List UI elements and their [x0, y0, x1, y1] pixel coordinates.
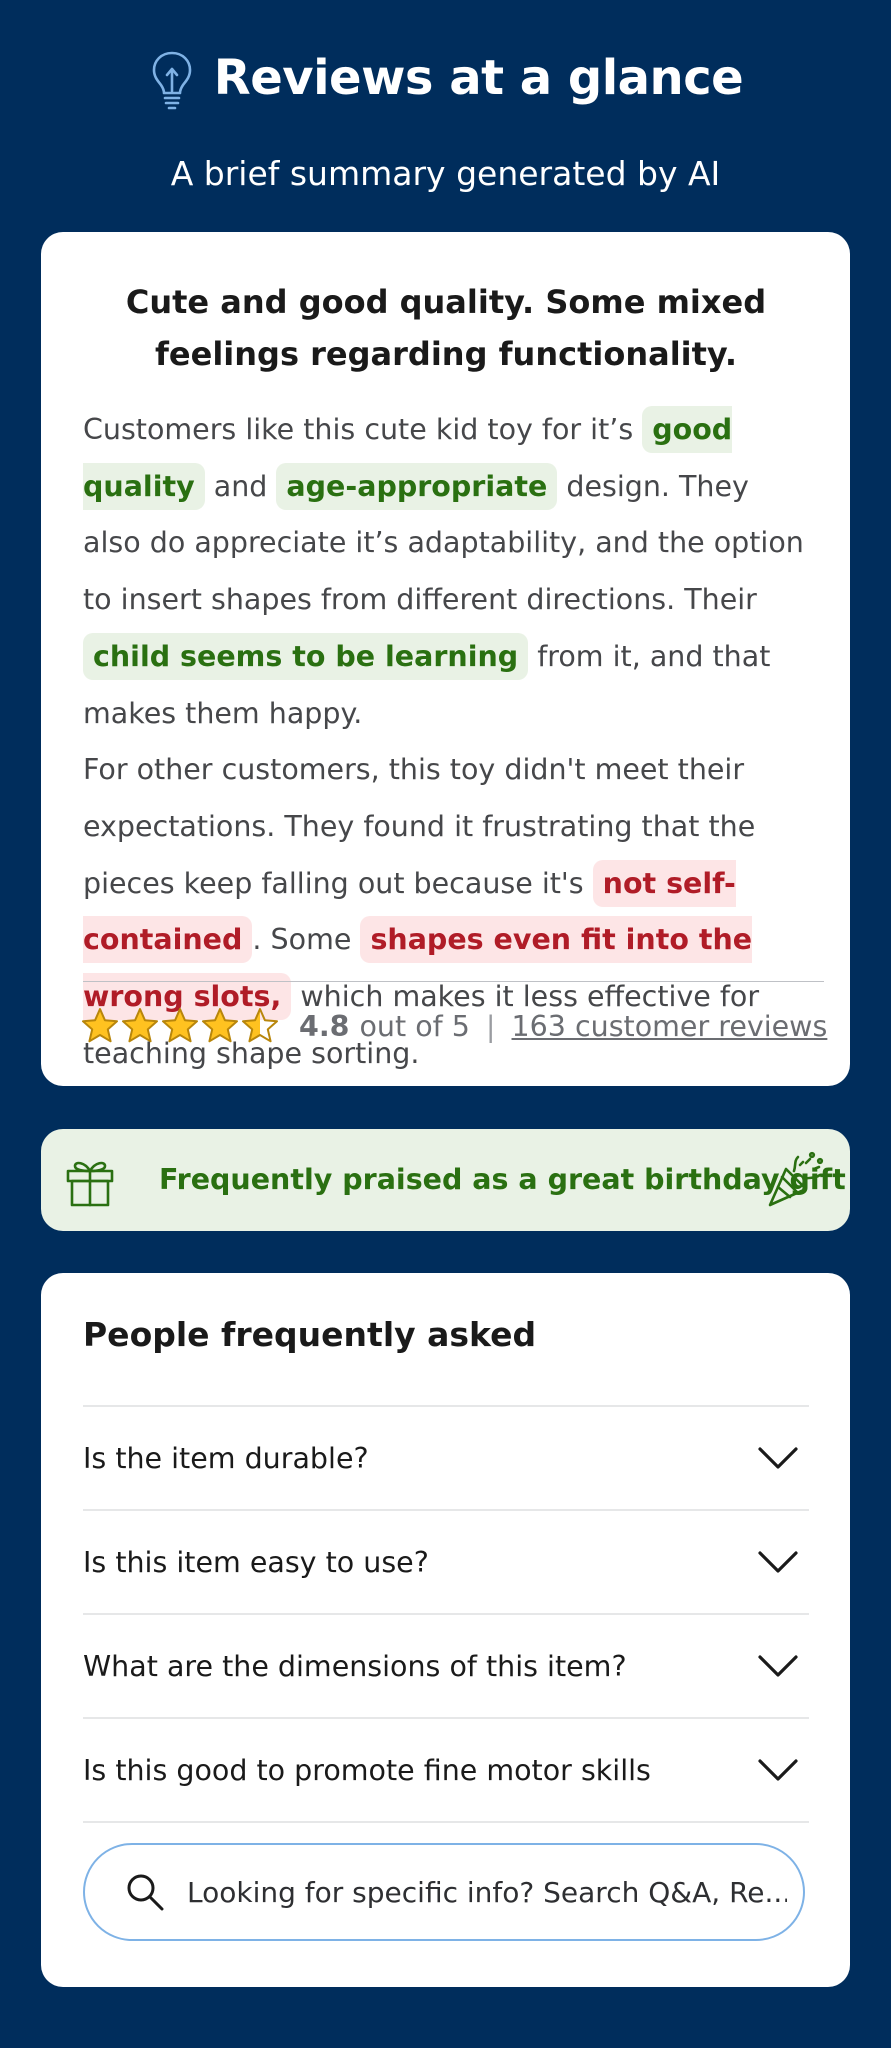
star-full-icon — [162, 1008, 198, 1043]
summary-paragraph-positive: Customers like this cute kid toy for it’… — [83, 402, 813, 742]
summary-card: Cute and good quality. Some mixed feelin… — [41, 232, 850, 1086]
party-popper-icon — [768, 1151, 824, 1207]
gift-banner-text: Frequently praised as a great birthday g… — [159, 1163, 846, 1196]
gift-icon — [66, 1161, 114, 1207]
gift-banner: Frequently praised as a great birthday g… — [41, 1129, 850, 1231]
positive-highlight: age-appropriate — [276, 462, 558, 510]
star-full-icon — [202, 1008, 238, 1043]
page-subtitle: A brief summary generated by AI — [170, 154, 721, 193]
divider — [83, 981, 824, 982]
summary-headline: Cute and good quality. Some mixed feelin… — [125, 283, 767, 373]
summary-text: . Some — [252, 923, 361, 957]
rating-row: 4.8 out of 5 | 163 customer reviews — [81, 1002, 827, 1050]
positive-highlight: child seems to be learning — [83, 632, 529, 680]
faq-item[interactable]: Is this good to promote fine motor skill… — [83, 1717, 809, 1823]
faq-card: People frequently asked Is the item dura… — [41, 1273, 850, 1987]
header: Reviews at a glance A brief summary gene… — [0, 40, 891, 193]
chevron-down-icon — [758, 1551, 798, 1573]
rating-separator: | — [485, 1009, 496, 1043]
reviews-at-a-glance-page: Reviews at a glance A brief summary gene… — [0, 0, 891, 2048]
rating-out-of: out of 5 — [359, 1009, 470, 1043]
faq-question: What are the dimensions of this item? — [83, 1649, 627, 1683]
search-input[interactable] — [185, 1874, 789, 1910]
star-rating — [81, 1007, 279, 1045]
summary-text: Customers like this cute kid toy for it’… — [83, 413, 643, 446]
faq-item[interactable]: What are the dimensions of this item? — [83, 1613, 809, 1717]
faq-question: Is this item easy to use? — [83, 1545, 429, 1579]
search-icon — [127, 1874, 164, 1911]
title-row: Reviews at a glance — [0, 40, 891, 116]
star-full-icon — [82, 1008, 118, 1043]
rating-value: 4.8 — [299, 1009, 350, 1043]
chevron-down-icon — [758, 1759, 798, 1781]
chevron-down-icon — [758, 1447, 798, 1469]
faq-list: Is the item durable? Is this item easy t… — [83, 1405, 809, 1823]
search-box[interactable] — [83, 1843, 805, 1941]
page-title: Reviews at a glance — [213, 50, 744, 106]
summary-text: and — [204, 469, 277, 503]
star-half-icon — [242, 1008, 278, 1043]
chevron-down-icon — [758, 1655, 798, 1677]
faq-title: People frequently asked — [83, 1315, 537, 1354]
faq-question: Is the item durable? — [83, 1441, 369, 1475]
faq-item[interactable]: Is this item easy to use? — [83, 1509, 809, 1613]
lightbulb-icon — [152, 51, 192, 110]
star-full-icon — [122, 1008, 158, 1043]
faq-question: Is this good to promote fine motor skill… — [83, 1753, 651, 1787]
customer-reviews-link[interactable]: 163 customer reviews — [512, 1010, 828, 1043]
faq-item[interactable]: Is the item durable? — [83, 1405, 809, 1509]
